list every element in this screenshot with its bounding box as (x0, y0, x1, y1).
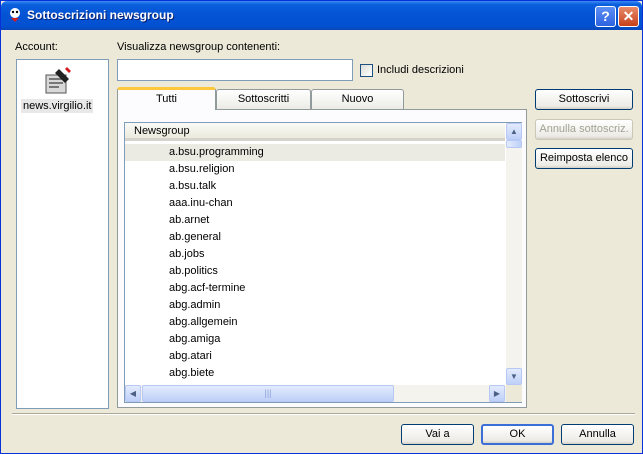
filter-label: Visualizza newsgroup contenenti: (117, 41, 281, 53)
vertical-scroll-thumb[interactable] (506, 140, 522, 148)
account-item[interactable]: news.virgilio.it (21, 99, 94, 113)
footer-divider (12, 413, 635, 415)
help-button[interactable]: ? (595, 6, 616, 27)
column-header-newsgroup[interactable]: Newsgroup (125, 123, 505, 141)
list-item[interactable]: ab.general (125, 229, 505, 246)
window-title: Sottoscrizioni newsgroup (27, 8, 174, 22)
dialog-client: Account: news.virgilio.it Visualizza new… (4, 30, 639, 451)
list-item[interactable]: abg.amiga (125, 331, 505, 348)
list-item[interactable]: abg.allgemein (125, 314, 505, 331)
subscriptions-dialog: Sottoscrizioni newsgroup ? ✕ Account: ne… (0, 0, 643, 454)
list-item[interactable]: abg.biete (125, 365, 505, 382)
scroll-up-icon[interactable]: ▲ (506, 123, 522, 140)
list-item[interactable]: ab.arnet (125, 212, 505, 229)
close-button[interactable]: ✕ (618, 6, 639, 27)
list-item[interactable]: abg.acf-termine (125, 280, 505, 297)
cancel-button[interactable]: Annulla (561, 424, 634, 445)
vertical-scrollbar[interactable]: ▲ ▼ (506, 123, 522, 385)
unsubscribe-button[interactable]: Annulla sottoscriz. (535, 119, 633, 140)
tab-all[interactable]: Tutti (117, 87, 216, 110)
list-item[interactable]: ab.jobs (125, 246, 505, 263)
list-item[interactable]: aaa.inu-chan (125, 195, 505, 212)
subscribe-button[interactable]: Sottoscrivi (535, 89, 633, 110)
ok-button[interactable]: OK (481, 424, 554, 445)
scroll-down-icon[interactable]: ▼ (506, 368, 522, 385)
include-descriptions-checkbox[interactable] (360, 64, 373, 77)
tab-subscribed[interactable]: Sottoscritti (216, 89, 311, 109)
horizontal-scroll-thumb[interactable]: ||| (142, 385, 394, 402)
newsgroup-list[interactable]: Newsgroup a.bsu.programming a.bsu.religi… (124, 122, 522, 403)
scroll-right-icon[interactable]: ▶ (489, 385, 505, 402)
list-item[interactable]: a.bsu.religion (125, 161, 505, 178)
goto-button[interactable]: Vai a (401, 424, 474, 445)
reset-list-button[interactable]: Reimposta elenco (535, 148, 633, 169)
horizontal-scrollbar[interactable]: ◀ ||| ▶ (125, 385, 506, 402)
newsgroup-rows: a.bsu.programming a.bsu.religion a.bsu.t… (125, 144, 505, 384)
tab-new[interactable]: Nuovo (311, 89, 404, 109)
account-list[interactable]: news.virgilio.it (16, 59, 109, 409)
list-item[interactable]: abg.admin (125, 297, 505, 314)
list-item[interactable]: ab.politics (125, 263, 505, 280)
newsgroup-filter-input[interactable] (117, 59, 353, 81)
title-bar[interactable]: Sottoscrizioni newsgroup ? ✕ (1, 1, 642, 30)
column-header-label: Newsgroup (134, 125, 190, 137)
newsgroup-app-icon (10, 8, 20, 22)
scrollbar-corner (506, 385, 522, 402)
include-descriptions-label[interactable]: Includi descrizioni (377, 64, 464, 76)
list-item[interactable]: abg.atari (125, 348, 505, 365)
tab-panel: Newsgroup a.bsu.programming a.bsu.religi… (117, 109, 527, 408)
list-item[interactable]: a.bsu.programming (125, 144, 505, 161)
account-label: Account: (15, 41, 58, 53)
scroll-left-icon[interactable]: ◀ (125, 385, 141, 402)
list-item[interactable]: a.bsu.talk (125, 178, 505, 195)
news-server-icon (45, 67, 71, 94)
